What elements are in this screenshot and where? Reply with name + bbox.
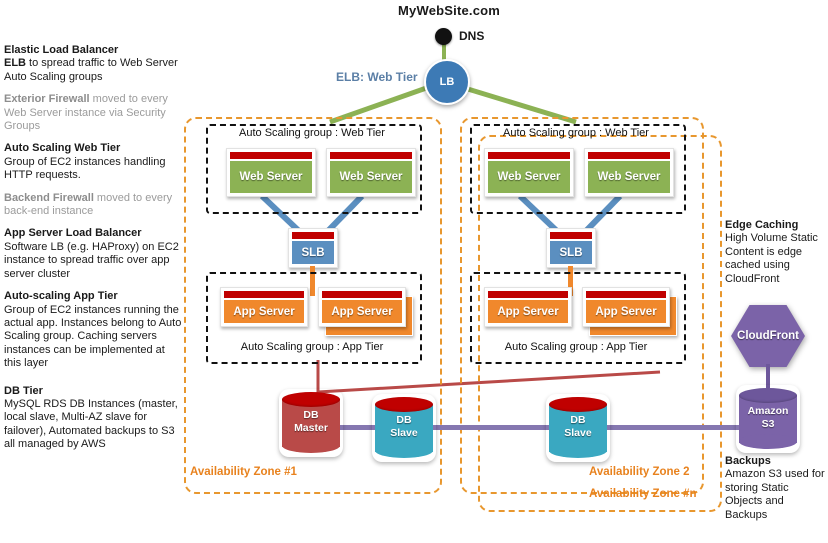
- app-server-az1-b[interactable]: App Server: [318, 287, 406, 327]
- app-server-label: App Server: [586, 300, 666, 323]
- db-label-line2: Master: [294, 422, 328, 434]
- asg-app-tier-az1-label: Auto Scaling group : App Tier: [240, 341, 384, 353]
- page-title: MyWebSite.com: [398, 3, 501, 18]
- availability-zone-2-label: Availability Zone 2: [589, 466, 690, 478]
- node-cap: [292, 232, 334, 239]
- note-heading: Auto Scaling Web Tier: [4, 142, 121, 155]
- web-server-az1-b[interactable]: Web Server: [326, 148, 416, 197]
- db-slave-az2-cylinder[interactable]: DB Slave: [549, 397, 607, 459]
- app-server-label: App Server: [224, 300, 304, 323]
- left-annotations: Elastic Load Balancer ELB to spread traf…: [4, 44, 182, 461]
- asg-app-tier-az2-label: Auto Scaling group : App Tier: [504, 341, 648, 353]
- note-app-server-load-balancer: App Server Load Balancer Software LB (e.…: [4, 227, 182, 281]
- app-server-az1-a[interactable]: App Server: [220, 287, 308, 327]
- note-body: to spread traffic to Web Server Auto Sca…: [4, 57, 178, 83]
- note-heading: Elastic Load Balancer: [4, 44, 119, 56]
- cylinder-top-cap: [739, 388, 797, 403]
- elb-node-label: LB: [439, 76, 455, 88]
- cloudfront-to-s3-connector: [766, 364, 770, 388]
- db-master-label: DB Master: [282, 409, 340, 435]
- note-heading: Backend Firewall: [4, 191, 94, 204]
- amazon-s3-cylinder[interactable]: Amazon S3: [739, 388, 797, 450]
- db-master-cylinder[interactable]: DB Master: [282, 392, 340, 454]
- slb-az2[interactable]: SLB: [546, 228, 596, 268]
- slb-label: SLB: [292, 241, 334, 264]
- db-slave-az1-label: DB Slave: [375, 414, 433, 440]
- s3-label-line1: Amazon: [747, 405, 789, 417]
- slb-label: SLB: [550, 241, 592, 264]
- db-label-line2: Slave: [564, 427, 592, 439]
- web-server-az2-b[interactable]: Web Server: [584, 148, 674, 197]
- elb-load-balancer-node[interactable]: LB: [424, 59, 470, 105]
- node-cap: [322, 291, 402, 298]
- web-server-az1-a[interactable]: Web Server: [226, 148, 316, 197]
- node-cap: [488, 291, 568, 298]
- note-body: Software LB (e.g. HAProxy) on EC2 instan…: [4, 240, 179, 280]
- note-backend-firewall: Backend Firewall moved to every back-end…: [4, 192, 182, 219]
- note-body: Group of EC2 instances handling HTTP req…: [4, 155, 166, 182]
- availability-zone-1-label: Availability Zone #1: [190, 466, 297, 478]
- s3-label-line2: S3: [761, 418, 775, 430]
- cloudfront-label: CloudFront: [737, 330, 799, 342]
- cylinder-bottom: [549, 443, 607, 458]
- note-auto-scaling-app-tier: Auto-scaling App Tier Group of EC2 insta…: [4, 290, 182, 370]
- node-cap: [488, 152, 570, 159]
- note-heading: Backups: [725, 455, 771, 467]
- note-heading: App Server Load Balancer: [4, 227, 142, 240]
- note-heading: Edge Caching: [725, 219, 799, 231]
- web-server-az2-a[interactable]: Web Server: [484, 148, 574, 197]
- cylinder-top-cap: [375, 397, 433, 412]
- note-heading: Exterior Firewall: [4, 93, 90, 106]
- availability-zone-n-label: Availability Zone #n: [589, 488, 697, 500]
- cloudfront-hexagon: CloudFront: [731, 305, 805, 367]
- db-slave-az2-label: DB Slave: [549, 414, 607, 440]
- note-body: Amazon S3 used for storing Static Object…: [725, 468, 825, 521]
- node-cap: [550, 232, 592, 239]
- web-server-label: Web Server: [488, 161, 570, 193]
- dns-label: DNS: [459, 29, 485, 43]
- db-slave-az1-cylinder[interactable]: DB Slave: [375, 397, 433, 459]
- note-body: High Volume Static Content is edge cache…: [725, 232, 818, 285]
- cylinder-top-cap: [282, 392, 340, 407]
- app-server-label: App Server: [488, 300, 568, 323]
- app-server-label: App Server: [322, 300, 402, 323]
- db-label-line2: Slave: [390, 427, 418, 439]
- cylinder-bottom: [739, 434, 797, 449]
- web-server-label: Web Server: [588, 161, 670, 193]
- asg-web-tier-az2-label: Auto Scaling group : Web Tier: [503, 127, 649, 139]
- node-cap: [586, 291, 666, 298]
- cloudfront-node[interactable]: CloudFront: [731, 305, 805, 367]
- node-cap: [230, 152, 312, 159]
- amazon-s3-label: Amazon S3: [739, 405, 797, 431]
- cylinder-bottom: [375, 443, 433, 458]
- app-server-az2-a[interactable]: App Server: [484, 287, 572, 327]
- note-db-tier: DB Tier MySQL RDS DB Instances (master, …: [4, 385, 182, 452]
- note-body: Group of EC2 instances running the actua…: [4, 303, 182, 370]
- note-exterior-firewall: Exterior Firewall moved to every Web Ser…: [4, 93, 182, 133]
- cylinder-top-cap: [549, 397, 607, 412]
- node-cap: [588, 152, 670, 159]
- note-heading: DB Tier: [4, 384, 43, 397]
- node-cap: [224, 291, 304, 298]
- cylinder-bottom: [282, 438, 340, 453]
- dns-dot-icon: [435, 28, 452, 45]
- note-heading: Auto-scaling App Tier: [4, 290, 118, 303]
- db-label-line1: DB: [570, 414, 586, 426]
- edge-caching-note: Edge Caching High Volume Static Content …: [725, 219, 827, 286]
- node-cap: [330, 152, 412, 159]
- db-label-line1: DB: [396, 414, 412, 426]
- web-server-label: Web Server: [230, 161, 312, 193]
- note-body: MySQL RDS DB Instances (master, local sl…: [4, 397, 178, 451]
- app-server-az2-b[interactable]: App Server: [582, 287, 670, 327]
- asg-web-tier-az1-label: Auto Scaling group : Web Tier: [239, 127, 385, 139]
- note-auto-scaling-web-tier: Auto Scaling Web Tier Group of EC2 insta…: [4, 142, 182, 182]
- elb-web-tier-label: ELB: Web Tier: [336, 70, 418, 84]
- slb-az1[interactable]: SLB: [288, 228, 338, 268]
- db-label-line1: DB: [303, 409, 319, 421]
- backups-note: Backups Amazon S3 used for storing Stati…: [725, 455, 827, 522]
- web-server-label: Web Server: [330, 161, 412, 193]
- note-body-lead: ELB: [4, 57, 26, 70]
- note-elastic-load-balancer: Elastic Load Balancer ELB to spread traf…: [4, 44, 182, 84]
